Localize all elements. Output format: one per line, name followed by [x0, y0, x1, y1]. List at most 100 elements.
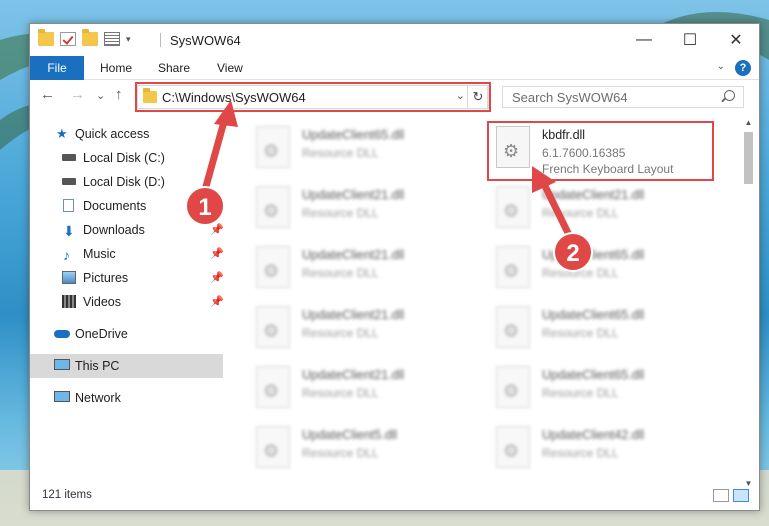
sidebar-item-quick-access[interactable]: ★ Quick access — [30, 122, 223, 146]
pin-icon[interactable]: 📌 — [210, 266, 224, 290]
sidebar-item-label: Documents — [83, 199, 147, 213]
tab-view[interactable]: View — [217, 56, 243, 80]
pin-icon[interactable]: 📌 — [210, 290, 224, 314]
dll-file-icon — [256, 246, 290, 288]
folder-icon — [38, 29, 54, 46]
file-item[interactable]: UpdateClient21.dll Resource DLL — [246, 242, 476, 298]
sidebar-item-music[interactable]: ♪ Music 📌 — [30, 242, 224, 266]
file-type: Resource DLL — [542, 386, 619, 400]
dll-file-icon — [256, 186, 290, 228]
dll-file-icon — [496, 366, 530, 408]
large-icons-view-button[interactable] — [733, 489, 749, 502]
documents-icon — [63, 199, 74, 212]
file-name: UpdateClient21.dll — [542, 188, 645, 202]
quick-access-toolbar: ▾ — [38, 29, 131, 46]
dll-file-icon — [496, 186, 530, 228]
window-title: SysWOW64 — [170, 33, 241, 48]
step-1-badge: 1 — [185, 186, 225, 226]
new-folder-icon[interactable] — [82, 29, 98, 46]
sidebar-item-network[interactable]: Network — [30, 386, 223, 410]
help-button[interactable]: ? — [735, 60, 751, 76]
file-item[interactable]: UpdateClient65.dll Resource DLL — [246, 122, 476, 178]
file-item[interactable]: UpdateClient65.dll Resource DLL — [486, 302, 716, 358]
tab-share[interactable]: Share — [158, 56, 190, 80]
tab-file[interactable]: File — [30, 56, 84, 80]
dll-file-icon — [496, 426, 530, 468]
sidebar-item-label: Music — [83, 247, 116, 261]
ribbon-tabs: File Home Share View ⌄ ? — [30, 56, 759, 80]
file-item[interactable]: UpdateClient65.dll Resource DLL — [486, 362, 716, 418]
drive-icon — [62, 154, 76, 161]
maximize-button[interactable]: ☐ — [667, 24, 713, 56]
file-item[interactable]: UpdateClient21.dll Resource DLL — [246, 362, 476, 418]
file-item[interactable]: UpdateClient21.dll Resource DLL — [246, 302, 476, 358]
file-name: UpdateClient65.dll — [542, 368, 645, 382]
recent-locations-button[interactable]: ⌄ — [96, 89, 105, 102]
sidebar-item-label: Network — [75, 391, 121, 405]
title-separator — [160, 33, 161, 47]
toolbar-dropdown-icon[interactable]: ▾ — [126, 34, 131, 45]
file-type: Resource DLL — [542, 446, 619, 460]
cloud-icon — [54, 330, 70, 338]
network-icon — [54, 391, 70, 402]
sidebar-item-label: This PC — [75, 359, 120, 373]
download-icon: ⬇ — [63, 223, 75, 239]
file-item[interactable]: UpdateClient5.dll Resource DLL — [246, 422, 476, 476]
dll-file-icon — [496, 246, 530, 288]
scroll-up-icon[interactable]: ▲ — [742, 118, 755, 127]
window-controls: — ☐ ✕ — [621, 24, 759, 56]
back-button[interactable]: ← — [40, 86, 55, 103]
file-name: UpdateClient65.dll — [542, 308, 645, 322]
file-name: UpdateClient21.dll — [302, 248, 405, 262]
search-placeholder[interactable]: Search SysWOW64 — [512, 90, 628, 105]
sidebar-item-local-disk-c[interactable]: Local Disk (C:) — [30, 146, 223, 170]
file-item[interactable]: UpdateClient21.dll Resource DLL — [486, 182, 716, 238]
expand-ribbon-icon[interactable]: ⌄ — [717, 61, 725, 72]
file-item[interactable]: UpdateClient21.dll Resource DLL — [246, 182, 476, 238]
address-highlight-box — [135, 82, 491, 112]
search-icon[interactable] — [724, 90, 735, 101]
file-type: Resource DLL — [302, 386, 379, 400]
computer-icon — [54, 359, 70, 370]
sidebar-item-onedrive[interactable]: OneDrive — [30, 322, 223, 346]
status-item-count: 121 items — [42, 489, 92, 501]
close-button[interactable]: ✕ — [713, 24, 759, 56]
music-icon: ♪ — [63, 247, 70, 263]
drive-icon — [62, 178, 76, 185]
scroll-down-icon[interactable]: ▼ — [742, 479, 755, 488]
vertical-scrollbar[interactable]: ▲ ▼ — [742, 116, 755, 488]
file-type: Resource DLL — [542, 206, 619, 220]
search-box[interactable]: Search SysWOW64 — [502, 86, 744, 108]
up-button[interactable]: ↑ — [115, 86, 123, 103]
sidebar-item-pictures[interactable]: Pictures 📌 — [30, 266, 224, 290]
sidebar-item-label: OneDrive — [75, 327, 128, 341]
star-icon: ★ — [56, 126, 68, 141]
file-highlight-box — [487, 121, 714, 181]
file-item[interactable]: UpdateClient65.dll Resource DLL — [486, 242, 716, 298]
pin-icon[interactable]: 📌 — [210, 242, 224, 266]
title-bar: ▾ SysWOW64 — ☐ ✕ — [30, 24, 759, 56]
file-item[interactable]: UpdateClient42.dll Resource DLL — [486, 422, 716, 476]
file-type: Resource DLL — [302, 326, 379, 340]
tab-home[interactable]: Home — [100, 56, 132, 80]
sidebar-item-label: Pictures — [83, 271, 129, 285]
videos-icon — [62, 295, 76, 308]
sidebar-item-videos[interactable]: Videos 📌 — [30, 290, 224, 314]
sidebar-item-label: Videos — [83, 295, 121, 309]
scrollbar-thumb[interactable] — [744, 132, 753, 184]
customize-toolbar-icon[interactable] — [104, 32, 120, 46]
dll-file-icon — [496, 306, 530, 348]
properties-check-icon[interactable] — [60, 32, 76, 46]
sidebar-item-this-pc[interactable]: This PC — [30, 354, 223, 378]
dll-file-icon — [256, 126, 290, 168]
file-type: Resource DLL — [302, 446, 379, 460]
minimize-button[interactable]: — — [621, 24, 667, 56]
sidebar-item-label: Downloads — [83, 223, 145, 237]
file-name: UpdateClient5.dll — [302, 428, 398, 442]
file-name: UpdateClient42.dll — [542, 428, 645, 442]
details-view-button[interactable] — [713, 489, 729, 502]
forward-button[interactable]: → — [70, 86, 85, 103]
sidebar-item-label: Quick access — [75, 127, 150, 141]
file-type: Resource DLL — [302, 146, 379, 160]
file-name: UpdateClient21.dll — [302, 188, 405, 202]
